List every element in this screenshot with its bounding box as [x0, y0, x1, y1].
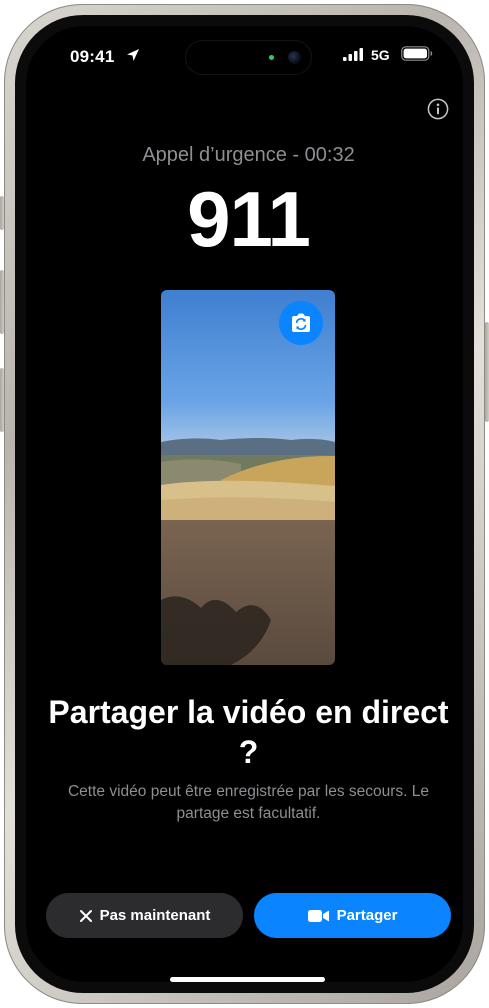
battery-icon [401, 46, 433, 61]
live-video-preview [161, 290, 335, 665]
screen: 09:41 5G Appel d’urgence - 00:32 911 Par… [26, 26, 463, 982]
info-icon[interactable] [427, 98, 449, 120]
dynamic-island [186, 41, 311, 74]
location-arrow-icon [127, 49, 139, 61]
front-camera [288, 51, 301, 64]
video-camera-icon [307, 909, 329, 922]
dialed-number: 911 [187, 175, 311, 263]
share-label: Partager [336, 907, 398, 924]
share-button[interactable]: Partager [254, 893, 451, 938]
volume-up-button [0, 270, 4, 334]
status-time: 09:41 [70, 47, 115, 66]
volume-down-button [0, 368, 4, 432]
network-type: 5G [371, 47, 390, 63]
not-now-label: Pas maintenant [99, 907, 211, 924]
camera-flip-icon [292, 313, 310, 332]
share-video-description: Cette vidéo peut être enregistrée par le… [67, 783, 429, 822]
side-button [485, 322, 489, 422]
cellular-signal-icon [343, 48, 363, 61]
share-video-title: Partager la vidéo en direct ? [48, 694, 449, 770]
not-now-button[interactable]: Pas maintenant [46, 893, 243, 938]
home-indicator[interactable] [170, 977, 325, 982]
camera-in-use-indicator [269, 55, 274, 60]
call-status: Appel d’urgence - 00:32 [142, 144, 355, 166]
action-button [0, 196, 4, 230]
close-icon [79, 909, 92, 922]
camera-flip-button[interactable] [279, 301, 323, 345]
